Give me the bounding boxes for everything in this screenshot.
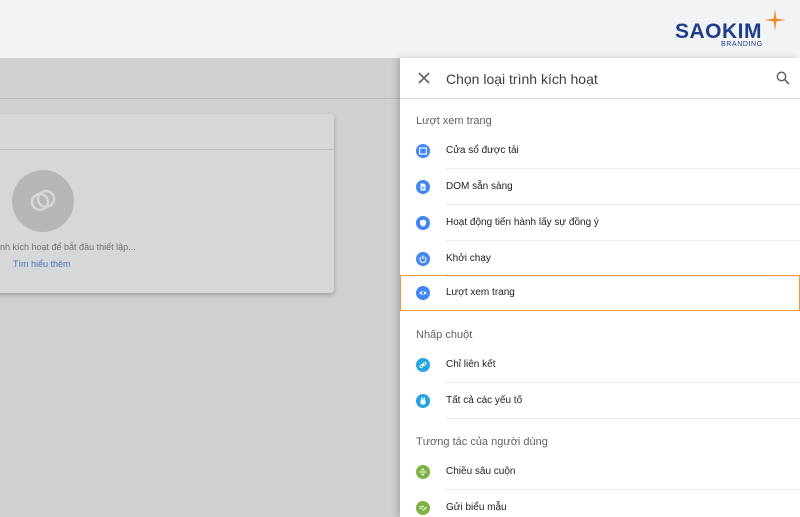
trigger-label: Chỉ liên kết <box>446 359 496 370</box>
cursor-icon <box>416 394 430 408</box>
divider <box>0 98 400 99</box>
trigger-label: Khởi chạy <box>446 253 491 264</box>
trigger-placeholder-icon <box>12 170 74 232</box>
trigger-scroll-depth[interactable]: Chiều sâu cuộn <box>400 454 800 490</box>
trigger-label: DOM sẵn sàng <box>446 181 513 192</box>
trigger-consent-initialization[interactable]: Hoạt động tiến hành lấy sự đồng ý <box>400 205 800 241</box>
link-icon <box>416 358 430 372</box>
shield-icon <box>416 216 430 230</box>
trigger-label: Tất cả các yếu tố <box>446 395 523 406</box>
dimmed-workspace: nh kích hoạt để bắt đầu thiết lập... Tìm… <box>0 58 400 517</box>
eye-icon <box>416 286 430 300</box>
trigger-label: Hoạt động tiến hành lấy sự đồng ý <box>446 217 599 228</box>
document-icon <box>416 180 430 194</box>
trigger-just-links[interactable]: Chỉ liên kết <box>400 347 800 383</box>
close-icon[interactable] <box>416 70 432 86</box>
trigger-window-loaded[interactable]: Cửa sổ được tải <box>400 133 800 169</box>
form-icon <box>416 501 430 515</box>
trigger-label: Cửa sổ được tải <box>446 145 519 156</box>
divider <box>0 149 334 150</box>
power-icon <box>416 252 430 266</box>
section-heading-user-engagement: Tương tác của người dùng <box>416 436 548 448</box>
star-icon <box>764 9 786 31</box>
logo-subtext: BRANDING <box>721 41 763 48</box>
learn-more-link[interactable]: Tìm hiểu thêm <box>13 259 71 269</box>
trigger-type-panel: Chọn loại trình kích hoạt Lượt xem trang… <box>400 58 800 517</box>
search-icon[interactable] <box>776 71 790 85</box>
trigger-page-view[interactable]: Lượt xem trang <box>400 275 800 311</box>
top-bar: SAOKIM BRANDING <box>0 0 800 58</box>
overlap-circles-icon <box>30 189 56 212</box>
trigger-form-submission[interactable]: Gửi biểu mẫu <box>400 490 800 517</box>
panel-title: Chọn loại trình kích hoạt <box>446 71 598 87</box>
trigger-label: Chiều sâu cuộn <box>446 466 516 477</box>
panel-header: Chọn loại trình kích hoạt <box>400 58 800 99</box>
trigger-initialization[interactable]: Khởi chạy <box>400 241 800 277</box>
trigger-label: Gửi biểu mẫu <box>446 502 507 513</box>
window-icon <box>416 144 430 158</box>
card-hint-text: nh kích hoạt để bắt đầu thiết lập... <box>0 242 136 252</box>
divider <box>446 418 800 419</box>
section-heading-click: Nhấp chuột <box>416 329 473 341</box>
trigger-label: Lượt xem trang <box>446 287 515 298</box>
scroll-icon <box>416 465 430 479</box>
trigger-dom-ready[interactable]: DOM sẵn sàng <box>400 169 800 205</box>
trigger-card: nh kích hoạt để bắt đầu thiết lập... Tìm… <box>0 114 334 293</box>
saokim-logo: SAOKIM BRANDING <box>675 8 790 52</box>
section-heading-pageview: Lượt xem trang <box>416 115 492 127</box>
trigger-all-elements[interactable]: Tất cả các yếu tố <box>400 383 800 419</box>
